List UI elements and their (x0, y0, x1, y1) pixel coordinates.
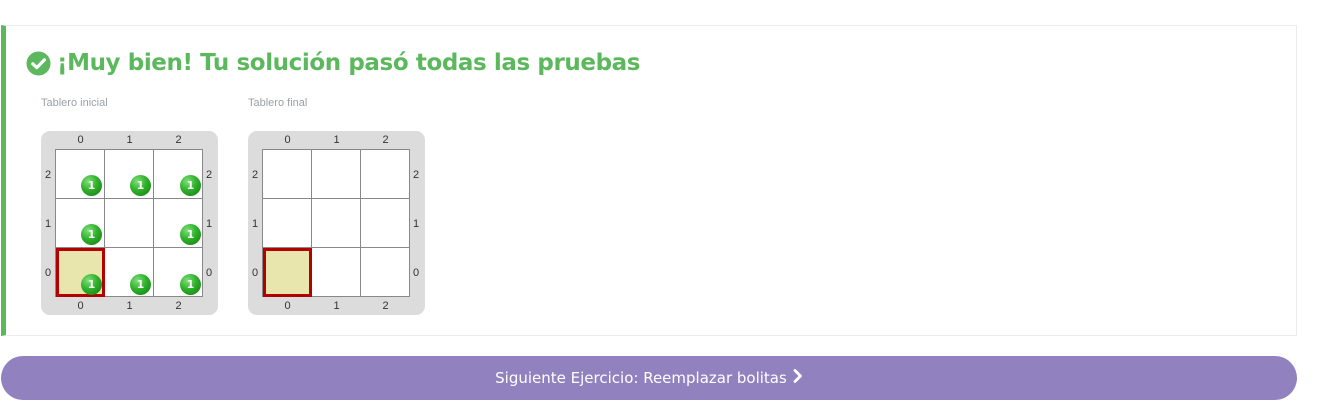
green-ball-icon: 1 (130, 175, 151, 196)
board-cell: 1 (56, 248, 105, 297)
board-cell (361, 199, 410, 248)
initial-board-caption: Tablero inicial (41, 97, 108, 109)
green-ball-icon: 1 (81, 274, 102, 295)
board-cell: 1 (56, 150, 105, 199)
column-label-bottom: 1 (126, 300, 133, 312)
column-label-top: 2 (382, 134, 389, 146)
board-cell (312, 248, 361, 297)
green-ball-icon: 1 (130, 274, 151, 295)
column-label-top: 0 (77, 134, 84, 146)
board-cell (263, 199, 312, 248)
column-label-top: 2 (175, 134, 182, 146)
column-label-bottom: 1 (333, 300, 340, 312)
initial-board: 00112222110011111111 (41, 131, 218, 315)
board-cell (361, 150, 410, 199)
board-cell (263, 150, 312, 199)
column-label-bottom: 2 (175, 300, 182, 312)
column-label-top: 1 (126, 134, 133, 146)
board-cell (105, 199, 154, 248)
result-title: ¡Muy bien! Tu solución pasó todas las pr… (26, 47, 640, 79)
result-title-text: ¡Muy bien! Tu solución pasó todas las pr… (57, 50, 641, 76)
board-cell: 1 (105, 248, 154, 297)
column-label-bottom: 0 (77, 300, 84, 312)
column-label-bottom: 0 (284, 300, 291, 312)
board-grid (262, 149, 410, 297)
board-grid: 1 1 1 1 1 1 1 1 (55, 149, 203, 297)
final-board: 001122221100 (248, 131, 425, 315)
green-ball-icon: 1 (81, 175, 102, 196)
board-cell: 1 (154, 248, 203, 297)
board-cell (263, 248, 312, 297)
board-cell (312, 150, 361, 199)
board-cell: 1 (105, 150, 154, 199)
next-exercise-button[interactable]: Siguiente Ejercicio: Reemplazar bolitas (1, 356, 1297, 400)
column-label-top: 1 (333, 134, 340, 146)
board-cell: 1 (154, 199, 203, 248)
chevron-right-icon (793, 369, 803, 387)
column-label-top: 0 (284, 134, 291, 146)
check-circle-icon (26, 51, 51, 76)
final-board-caption: Tablero final (248, 97, 308, 109)
column-label-bottom: 2 (382, 300, 389, 312)
board-cell: 1 (56, 199, 105, 248)
board-cell: 1 (154, 150, 203, 199)
board-cell (361, 248, 410, 297)
green-ball-icon: 1 (180, 274, 201, 295)
green-ball-icon: 1 (81, 224, 102, 245)
green-ball-icon: 1 (180, 175, 201, 196)
board-cell (312, 199, 361, 248)
result-panel: ¡Muy bien! Tu solución pasó todas las pr… (1, 25, 1297, 336)
next-exercise-label: Siguiente Ejercicio: Reemplazar bolitas (495, 369, 787, 387)
green-ball-icon: 1 (180, 224, 201, 245)
